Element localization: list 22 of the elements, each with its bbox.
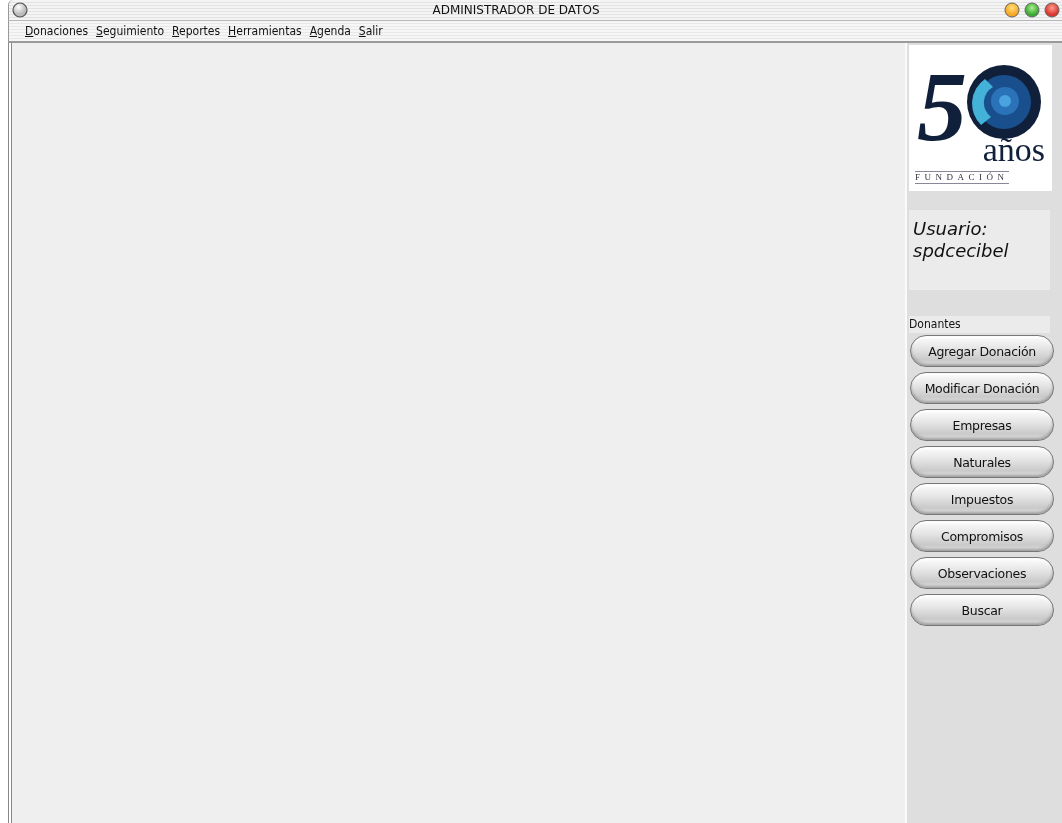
menu-item[interactable]: Donaciones [25,24,93,38]
menu-item[interactable]: Seguimiento [96,24,169,38]
sidebar-button[interactable]: Impuestos [910,483,1054,515]
menu-item[interactable]: Herramientas [228,24,306,38]
menu-item[interactable]: Agenda [309,24,355,38]
user-label: Usuario: [913,218,989,240]
close-button[interactable] [1044,2,1060,18]
sidebar-button[interactable]: Empresas [910,409,1054,441]
window-title: ADMINISTRADOR DE DATOS [431,3,601,17]
maximize-button[interactable] [1024,2,1040,18]
sidebar-button[interactable]: Buscar [910,594,1054,626]
window-menu-icon[interactable] [12,2,28,18]
sidebar-button[interactable]: Compromisos [910,520,1054,552]
sidebar-button[interactable]: Agregar Donación [910,335,1054,367]
user-name: spdcecibel [913,240,1010,262]
menu-item[interactable]: Salir [358,24,387,38]
sidebar-button[interactable]: Naturales [910,446,1054,478]
menu-item[interactable]: Reportes [172,24,225,38]
sidebar-button[interactable]: Observaciones [910,557,1054,589]
section-label: Donantes [909,316,1050,333]
minimize-button[interactable] [1004,2,1020,18]
sidebar-button[interactable]: Modificar Donación [910,372,1054,404]
